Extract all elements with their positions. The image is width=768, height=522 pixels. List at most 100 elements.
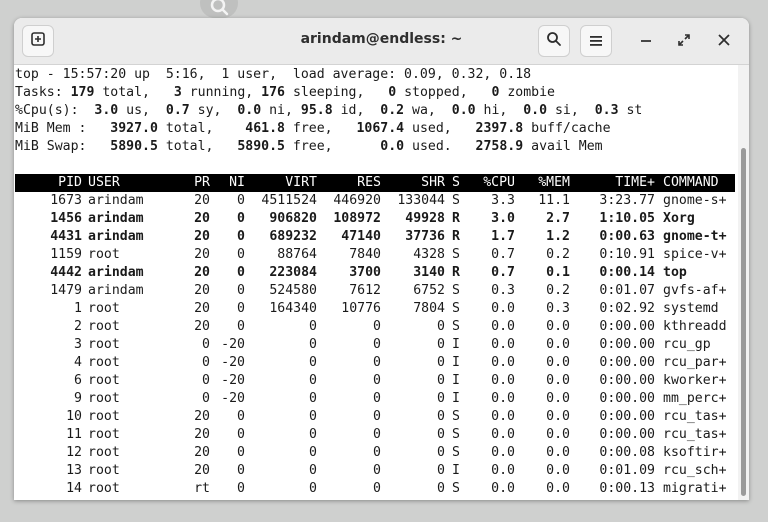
summary-text: MiB Mem : (15, 121, 111, 136)
summary-text: wa, (404, 103, 452, 118)
cell-pid: 4442 (50, 265, 82, 280)
summary-text: 0.0 (523, 103, 548, 118)
cell-pid: 6 (74, 373, 82, 388)
scrollbar-thumb[interactable] (741, 148, 746, 496)
cell-cmd: rcu_gp (663, 337, 711, 352)
terminal-window: arindam@endless: ~ top - 15:57:20 up 5:1… (14, 18, 749, 500)
summary-text: 5890.5 (110, 139, 158, 154)
cell-pid: 4 (74, 355, 82, 370)
summary-text: free, (284, 139, 381, 154)
summary-text: 179 (70, 85, 95, 100)
summary-text: 461.8 (245, 121, 285, 136)
cell-cmd: rcu_sch+ (663, 463, 727, 478)
cell-cmd: Xorg (663, 211, 695, 226)
cell-pid: 1479 (50, 283, 82, 298)
cell-time: 0:00.63 (599, 229, 655, 244)
maximize-button[interactable] (670, 27, 698, 55)
minimize-icon (639, 32, 653, 51)
table-row: 10 root 20 0 0 0 0 S 0.0 0.0 0:00.00 rcu_tas+ (15, 408, 735, 426)
cell-cmd: gvfs-af+ (663, 283, 727, 298)
summary-text: used. (404, 139, 476, 154)
table-row: 1456 arindam 20 0 906820 108972 49928 R 3.0 2.7 1:… (15, 210, 735, 228)
hamburger-menu-icon (589, 32, 603, 51)
cell-time: 0:00.00 (599, 319, 655, 334)
cell-time: 0:10.91 (599, 247, 655, 262)
cell-time: 3:23.77 (599, 193, 655, 208)
summary-text: 0.0 (380, 139, 405, 154)
summary-text: sleeping, (285, 85, 389, 100)
cell-cmd: rcu_tas+ (663, 427, 727, 442)
cell-cmd: gnome-t+ (663, 229, 727, 244)
maximize-icon (677, 32, 691, 51)
close-icon (717, 32, 731, 51)
summary-text: 0 (388, 85, 397, 100)
cell-pid: 1 (74, 301, 82, 316)
table-row: 4442 arindam 20 0 223084 3700 3140 R 0.7 0.1 0:00.… (15, 264, 735, 282)
summary-text: %Cpu(s): (15, 103, 95, 118)
cell-pid: 2 (74, 319, 82, 334)
cell-time: 0:00.00 (599, 427, 655, 442)
cell-pid: 1456 (50, 211, 82, 226)
cell-cmd: kthreadd (663, 319, 727, 334)
summary-text: total, (94, 85, 174, 100)
summary-text: 1067.4 (356, 121, 405, 136)
cell-pid: 4431 (50, 229, 82, 244)
table-row: 1673 arindam 20 0 4511524 446920 133044 S 3.3 11.… (15, 192, 735, 210)
menu-button[interactable] (580, 25, 612, 57)
table-row: 11 root 20 0 0 0 0 S 0.0 0.0 0:00.00 rcu_tas+ (15, 426, 735, 444)
cell-cmd: kworker+ (663, 373, 727, 388)
summary-line: MiB Swap: 5890.5 total, 5890.5 free, 0.0… (15, 138, 603, 156)
cell-pid: 3 (74, 337, 82, 352)
cell-cmd: mm_perc+ (663, 391, 727, 406)
table-row: 1159 root 20 0 88764 7840 4328 S 0.7 0.2 0:10.91 sp… (15, 246, 735, 264)
summary-text: 0.7 (165, 103, 190, 118)
summary-text: total, (157, 121, 246, 136)
summary-text: zombie (499, 85, 555, 100)
cell-time: 0:01.07 (599, 283, 655, 298)
summary-text: MiB Swap: (15, 139, 111, 154)
close-button[interactable] (710, 27, 738, 55)
cell-time: 0:01.09 (599, 463, 655, 478)
summary-text: si, (547, 103, 595, 118)
cell-cmd: migrati+ (663, 481, 727, 496)
cell-pid: 13 (66, 463, 82, 478)
terminal-output[interactable]: top - 15:57:20 up 5:16, 1 user, load ave… (14, 65, 736, 500)
cell-time: 0:00.13 (599, 481, 655, 496)
cell-time: 0:00.08 (599, 445, 655, 460)
column-header-time: TIME+ (615, 175, 655, 190)
summary-line: Tasks: 179 total, 3 running, 176 sleepin… (15, 84, 555, 102)
summary-text: running, (181, 85, 262, 100)
cell-pid: 10 (66, 409, 82, 424)
summary-text: stopped, (396, 85, 492, 100)
summary-text: used, (404, 121, 476, 136)
cell-cmd: systemd (663, 301, 719, 316)
summary-text: 0.3 (594, 103, 619, 118)
minimize-button[interactable] (632, 27, 660, 55)
table-row: 3 root 0 -20 0 0 0 I 0.0 0.0 0:00.00 rcu_gp (15, 336, 735, 354)
summary-line: top - 15:57:20 up 5:16, 1 user, load ave… (15, 66, 531, 84)
cell-cmd: top (663, 265, 687, 280)
summary-text: ni, (261, 103, 301, 118)
summary-text: 3 (173, 85, 182, 100)
summary-text: 176 (261, 85, 285, 100)
table-row: 1479 arindam 20 0 524580 7612 6752 S 0.3 0.2 0:01.… (15, 282, 735, 300)
summary-text: st (618, 103, 643, 118)
cell-time: 0:00.00 (599, 373, 655, 388)
summary-text: free, (284, 121, 357, 136)
table-row: 14 root rt 0 0 0 0 S 0.0 0.0 0:00.13 migrati+ (15, 480, 735, 498)
title-bar: arindam@endless: ~ (14, 18, 749, 65)
summary-text: 5890.5 (237, 139, 285, 154)
cell-pid: 1159 (50, 247, 82, 262)
summary-text: 2758.9 (475, 139, 524, 154)
cell-pid: 11 (66, 427, 82, 442)
summary-text: sy, (189, 103, 238, 118)
cell-time: 0:00.14 (599, 265, 655, 280)
search-icon (546, 31, 562, 51)
cell-time: 0:00.00 (599, 355, 655, 370)
table-row: 1 root 20 0 164340 10776 7804 S 0.0 0.3 0:02.92 sys… (15, 300, 735, 318)
cell-cmd: rcu_par+ (663, 355, 727, 370)
summary-text: 3927.0 (110, 121, 158, 136)
search-button[interactable] (538, 25, 570, 57)
summary-text: top - 15:57:20 up 5:16, 1 user, load ave… (15, 67, 532, 82)
table-row: 4 root 0 -20 0 0 0 I 0.0 0.0 0:00.00 rcu_par+ (15, 354, 735, 372)
